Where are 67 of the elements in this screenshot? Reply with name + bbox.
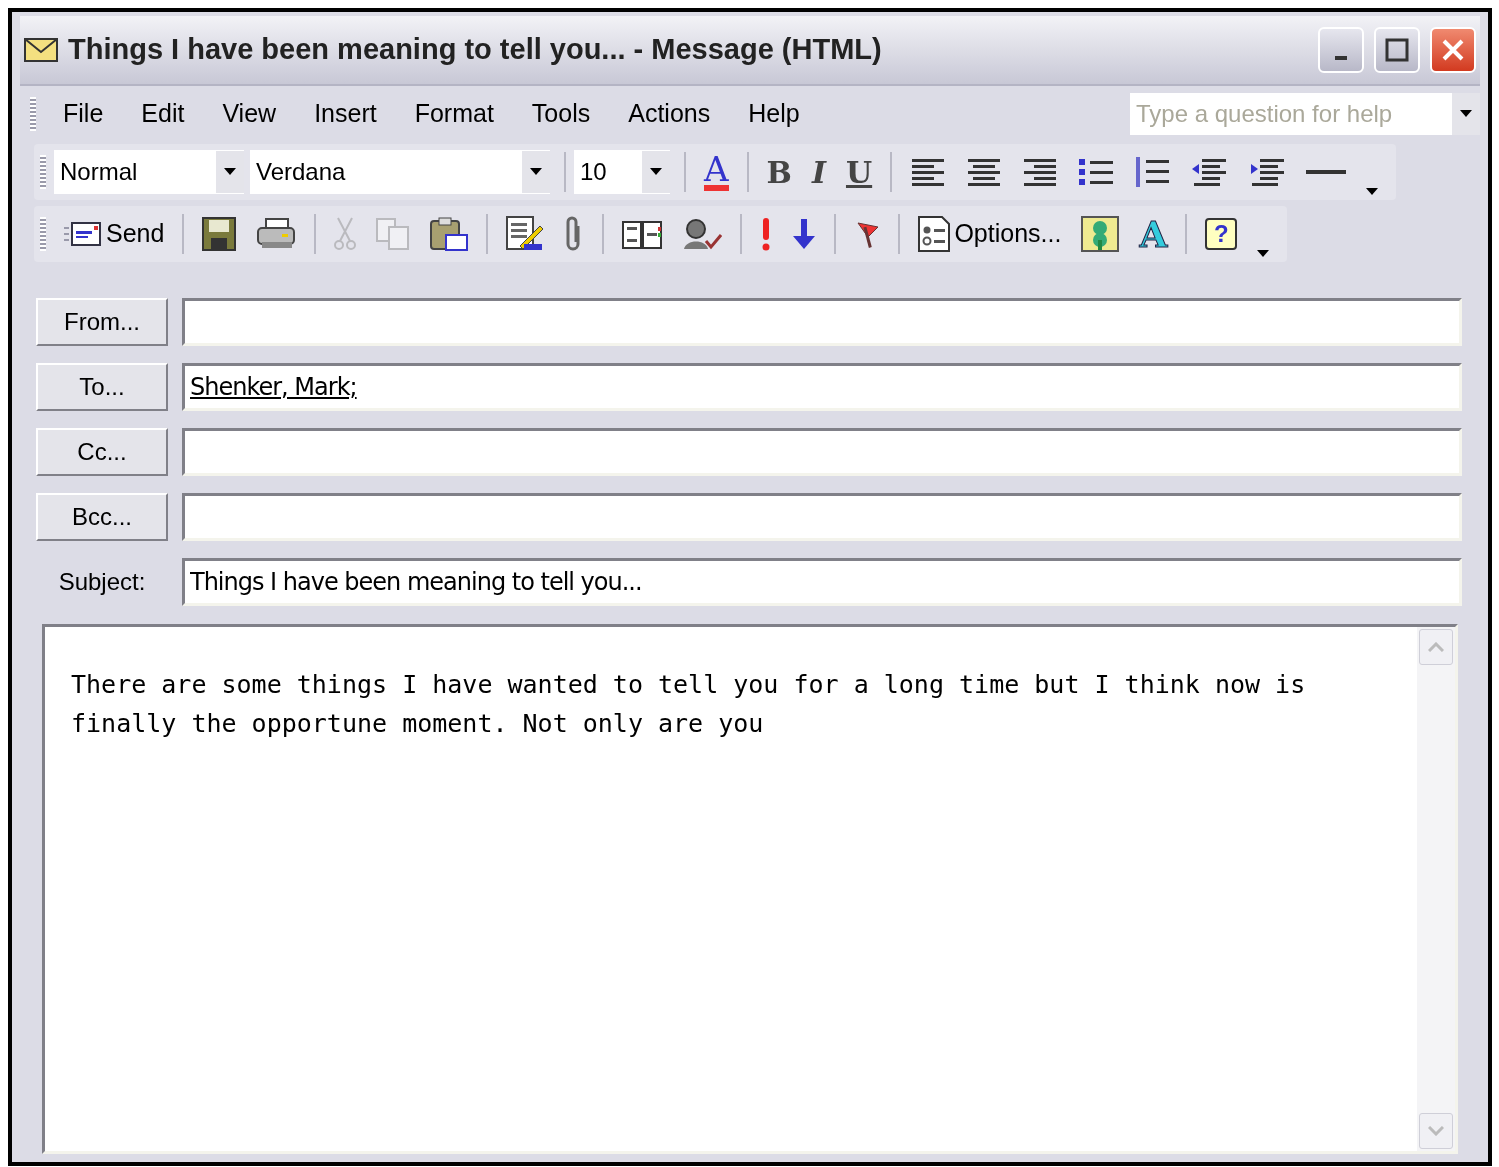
printer-icon xyxy=(256,218,297,250)
maximize-icon xyxy=(1385,38,1409,62)
toolbar-grip[interactable] xyxy=(40,217,46,251)
font-size-dropdown[interactable]: 10 xyxy=(574,150,670,194)
options-button[interactable]: Options... xyxy=(908,210,1072,258)
dropdown-arrow-icon xyxy=(530,168,542,176)
field-button[interactable]: To... xyxy=(36,363,168,411)
stationery-icon xyxy=(1081,216,1120,252)
dropdown-arrow-icon xyxy=(224,168,236,176)
menu-item[interactable]: Format xyxy=(395,95,513,133)
flag-icon xyxy=(854,219,881,249)
send-button[interactable]: Send xyxy=(54,210,175,258)
menu-item[interactable]: Tools xyxy=(512,95,610,133)
body-text: There are some things I have wanted to tell you for a long time but I think now is finally the opportune moment. Not only are you xyxy=(70,669,1307,740)
help-button[interactable]: ? xyxy=(1195,210,1248,258)
menu-item[interactable]: View xyxy=(203,95,296,133)
address-field[interactable] xyxy=(182,298,1462,346)
message-body[interactable]: There are some things I have wanted to tell you for a long time but I think now is finally the opportune moment. Not only are you xyxy=(42,624,1458,1154)
bullets-icon xyxy=(1078,157,1115,187)
checklist-icon xyxy=(918,216,951,252)
envelope-icon xyxy=(64,221,102,247)
field-button[interactable]: From... xyxy=(36,298,168,346)
close-button[interactable] xyxy=(1430,27,1476,73)
align-left-icon xyxy=(910,157,947,187)
dropdown-arrow-icon xyxy=(1460,110,1472,118)
font-color-button[interactable]: A xyxy=(694,148,739,196)
scissors-icon xyxy=(334,217,357,251)
font-dropdown[interactable]: Verdana xyxy=(250,150,550,194)
menu-item[interactable]: File xyxy=(44,95,123,133)
minimize-icon xyxy=(1335,56,1347,60)
align-center-icon xyxy=(966,157,1003,187)
envelope-icon xyxy=(24,38,58,62)
field-button[interactable]: Bcc... xyxy=(36,493,168,541)
style-dropdown[interactable]: Normal xyxy=(54,150,244,194)
close-icon xyxy=(1441,38,1465,62)
overflow-caret-icon xyxy=(1257,248,1272,258)
field-label: Subject: xyxy=(57,567,147,597)
italic-button[interactable]: I xyxy=(801,148,836,196)
menu-item[interactable]: Help xyxy=(729,95,819,133)
address-field[interactable] xyxy=(182,493,1462,541)
address-field[interactable]: Shenker, Mark; xyxy=(182,363,1462,411)
numbering-icon xyxy=(1134,156,1171,188)
window-title: Things I have been meaning to tell you... - Message (HTML) xyxy=(68,32,883,68)
person-check-icon xyxy=(682,217,723,251)
clipboard-icon xyxy=(430,217,469,251)
toolbar-grip[interactable] xyxy=(30,97,36,131)
open-book-icon xyxy=(622,219,663,249)
menu-item[interactable]: Insert xyxy=(295,95,396,133)
outdent-icon xyxy=(1190,157,1229,187)
dropdown-arrow-icon xyxy=(650,168,662,176)
underline-button[interactable]: U xyxy=(835,148,883,196)
copy-icon xyxy=(376,218,411,250)
minimize-button[interactable] xyxy=(1318,27,1364,73)
bold-button[interactable]: B xyxy=(756,148,802,196)
indent-icon xyxy=(1248,157,1287,187)
field-button[interactable]: Cc... xyxy=(36,428,168,476)
address-field[interactable] xyxy=(182,428,1462,476)
menu-item[interactable]: Actions xyxy=(609,95,730,133)
toolbar-grip[interactable] xyxy=(40,155,46,189)
maximize-button[interactable] xyxy=(1374,27,1420,73)
menu-item[interactable]: Edit xyxy=(122,95,204,133)
subject-field[interactable]: Things I have been meaning to tell you... xyxy=(182,558,1462,606)
overflow-caret-icon xyxy=(1366,186,1381,196)
down-arrow-icon xyxy=(792,218,817,250)
align-right-icon xyxy=(1022,157,1059,187)
help-search-field[interactable]: Type a question for help xyxy=(1130,93,1480,135)
document-pen-icon xyxy=(506,216,545,252)
